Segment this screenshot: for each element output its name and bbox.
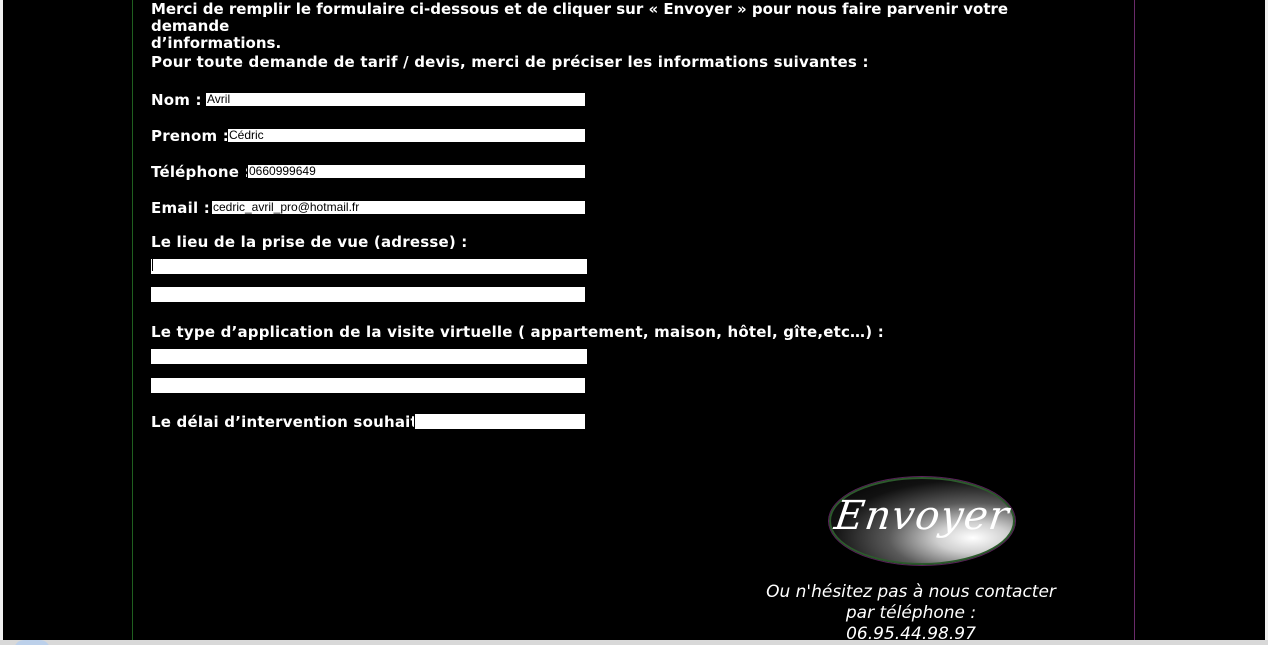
contact-line-1: Ou n'hésitez pas à nous contacter (766, 582, 1056, 602)
window-bottom-bar (0, 640, 1268, 645)
tarif-instructions: Pour toute demande de tarif / devis, mer… (151, 53, 869, 71)
intro-line-1: Merci de remplir le formulaire ci-dessou… (151, 0, 1009, 35)
lieu-input-line-1[interactable] (150, 258, 588, 275)
telephone-label: Téléphone : (151, 163, 251, 181)
contact-line-2: par téléphone : (845, 603, 977, 623)
taskbar-start-icon[interactable] (14, 640, 50, 645)
delai-input[interactable] (414, 413, 586, 430)
envoyer-button-label: Envoyer (831, 493, 1013, 539)
intro-line-2: d’informations. (151, 34, 282, 52)
nom-label: Nom : (151, 91, 202, 109)
type-input-line-1[interactable] (150, 348, 588, 365)
type-label: Le type d’application de la visite virtu… (151, 323, 884, 341)
telephone-input[interactable]: 0660999649 (247, 164, 586, 179)
envoyer-button[interactable]: Envoyer (829, 477, 1015, 565)
prenom-label: Prenom : (151, 127, 229, 145)
content-left-border (132, 0, 133, 640)
delai-label: Le délai d’intervention souhaité : (151, 413, 440, 431)
nom-input[interactable]: Avril (205, 92, 586, 107)
content-right-border (1134, 0, 1135, 640)
prenom-input[interactable]: Cédric (227, 128, 586, 143)
window-left-edge (0, 0, 3, 645)
email-label: Email : (151, 199, 210, 217)
contact-info: Ou n'hésitez pas à nous contacter par té… (735, 582, 1087, 645)
intro-text: Merci de remplir le formulaire ci-dessou… (151, 1, 1051, 52)
email-input[interactable]: cedric_avril_pro@hotmail.fr (211, 200, 586, 215)
lieu-label: Le lieu de la prise de vue (adresse) : (151, 233, 468, 251)
page: Merci de remplir le formulaire ci-dessou… (0, 0, 1268, 645)
type-input-line-2[interactable] (150, 377, 586, 394)
lieu-input-line-2[interactable] (150, 286, 586, 303)
